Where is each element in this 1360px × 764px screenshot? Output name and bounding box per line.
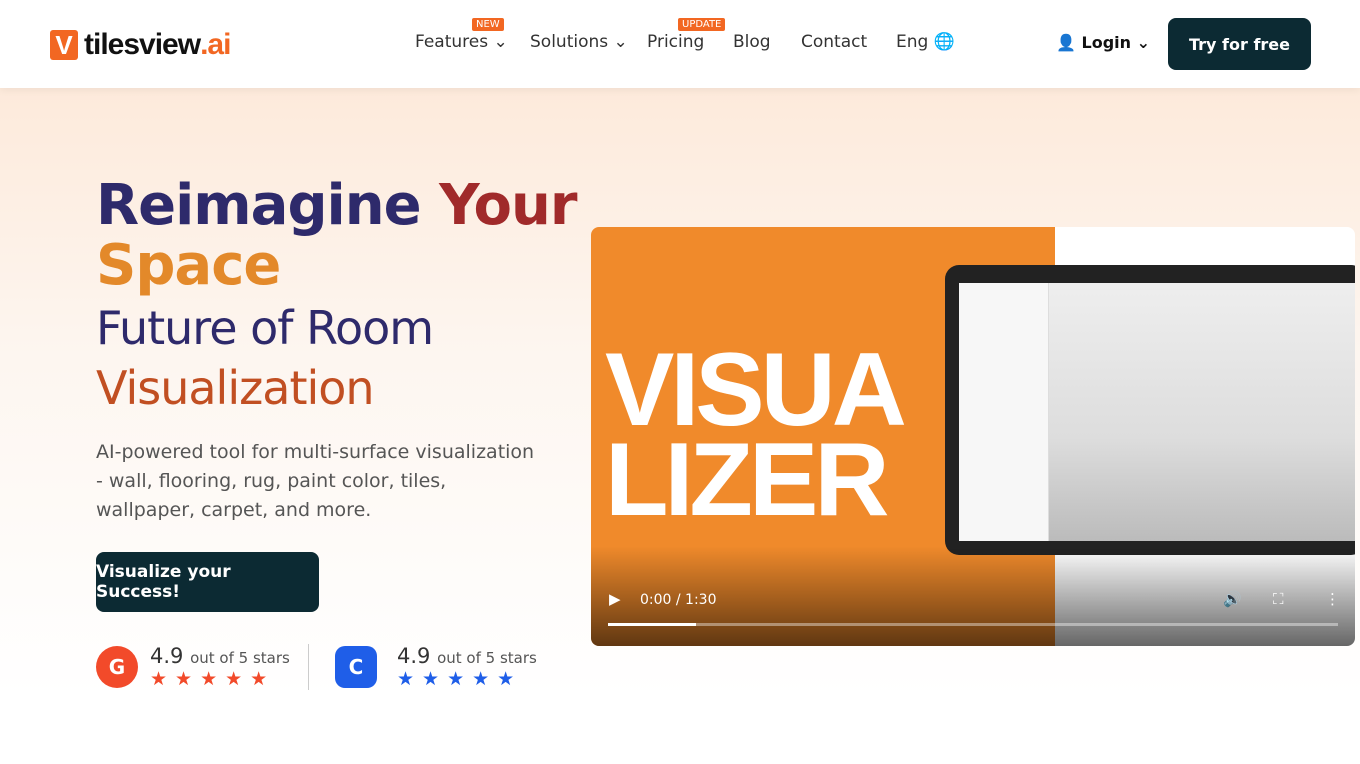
volume-icon[interactable]: 🔊 <box>1223 590 1242 608</box>
header: V tilesview.ai NEW Features ⌄ Solutions ⌄… <box>0 0 1360 88</box>
video-time: 0:00 / 1:30 <box>640 592 717 608</box>
video-text: LIZER <box>605 422 889 538</box>
nav-pricing[interactable]: UPDATE Pricing <box>647 18 726 52</box>
g2-rating[interactable]: G 4.9 out of 5 stars ★★★★★ <box>96 644 290 690</box>
login-button[interactable]: 👤 Login ⌄ <box>1056 33 1150 52</box>
hero-subtitle: Future of Room Visualization <box>96 301 434 415</box>
laptop-image <box>945 265 1355 555</box>
video-player[interactable]: VISUA LIZER ▶ 0:00 / 1:30 🔊 ⛶ ⋮ <box>591 227 1355 646</box>
g2-icon: G <box>96 646 138 688</box>
hero-title: Reimagine Your Space <box>96 173 577 298</box>
try-free-button[interactable]: Try for free <box>1168 18 1311 70</box>
more-icon[interactable]: ⋮ <box>1325 590 1340 608</box>
update-badge: UPDATE <box>678 18 726 31</box>
divider <box>308 644 309 690</box>
nav-blog[interactable]: Blog <box>733 32 771 52</box>
language-selector[interactable]: Eng 🌐 <box>896 32 955 52</box>
play-icon[interactable]: ▶ <box>609 590 621 608</box>
logo[interactable]: V tilesview.ai <box>50 28 231 62</box>
capterra-rating[interactable]: C 4.9 out of 5 stars ★★★★★ <box>335 644 537 690</box>
nav-contact[interactable]: Contact <box>801 32 867 52</box>
logo-mark: V <box>50 30 78 60</box>
capterra-icon: C <box>335 646 377 688</box>
stars: ★★★★★ <box>150 668 276 690</box>
nav-features[interactable]: NEW Features ⌄ <box>415 18 508 52</box>
fullscreen-icon[interactable]: ⛶ <box>1273 590 1284 608</box>
nav-solutions[interactable]: Solutions ⌄ <box>530 32 628 52</box>
logo-text: tilesview.ai <box>84 28 231 61</box>
hero-description: AI-powered tool for multi-surface visual… <box>96 441 535 521</box>
visualize-button[interactable]: Visualize your Success! <box>96 552 319 612</box>
stars: ★★★★★ <box>397 668 523 690</box>
video-controls: ▶ 0:00 / 1:30 🔊 ⛶ ⋮ <box>591 546 1355 646</box>
video-progress[interactable] <box>608 623 1338 626</box>
new-badge: NEW <box>472 18 504 31</box>
user-icon: 👤 <box>1056 33 1082 52</box>
